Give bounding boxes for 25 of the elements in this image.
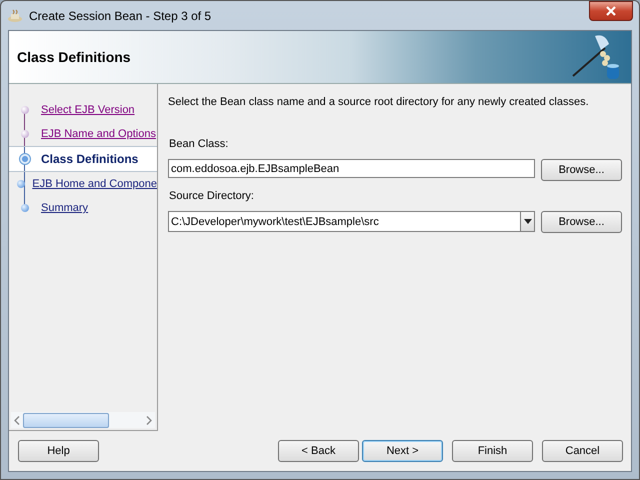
close-icon (606, 6, 616, 16)
step-link[interactable]: Summary (41, 202, 88, 214)
browse-button[interactable]: Browse... (541, 159, 622, 181)
bean-class-field[interactable]: com.eddosoa.ejb.EJBsampleBean (168, 159, 535, 178)
page-title: Class Definitions (17, 49, 131, 65)
step-label: Class Definitions (41, 152, 138, 166)
step-link[interactable]: Select EJB Version (41, 104, 135, 116)
finish-button[interactable]: Finish (452, 440, 533, 462)
field-label: Source Directory: (169, 190, 255, 202)
step-link[interactable]: EJB Home and Compone (32, 178, 157, 190)
back-button[interactable]: < Back (278, 440, 359, 462)
cancel-button[interactable]: Cancel (542, 440, 623, 462)
instruction-text: Select the Bean class name and a source root directory for any newly created classes. (168, 96, 590, 108)
horizontal-scrollbar[interactable] (11, 412, 155, 428)
directory-field[interactable]: C:\JDeveloper\mywork\test\EJBsample\src (168, 211, 520, 232)
step-link[interactable]: EJB Name and Options (41, 128, 156, 140)
field-label: Bean Class: (169, 138, 230, 150)
browse-button[interactable]: Browse... (541, 211, 622, 233)
scrollbar-thumb[interactable] (23, 412, 109, 428)
current-step[interactable]: Class Definitions (9, 146, 157, 172)
help-button[interactable]: Help (18, 440, 99, 462)
close-button[interactable] (589, 0, 633, 20)
window-title: Create Session Bean - Step 3 of 5 (29, 8, 212, 22)
next-button[interactable]: Next > (362, 440, 443, 462)
cup-icon (7, 8, 23, 24)
